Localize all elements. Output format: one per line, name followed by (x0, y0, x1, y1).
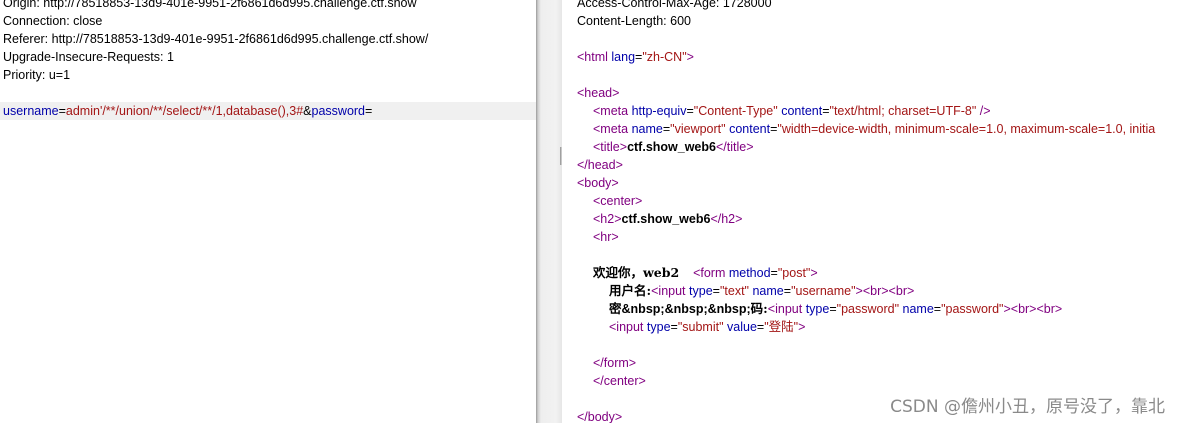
request-header-line: Connection: close (3, 14, 103, 28)
tag: <input (609, 320, 647, 334)
param-separator: & (303, 104, 312, 118)
request-header-line: Referer: http://78518853-13d9-401e-9951-… (3, 32, 429, 46)
attr: type (689, 284, 713, 298)
attr: name (902, 302, 934, 316)
pane-splitter[interactable] (536, 0, 562, 423)
tag: <form (693, 266, 729, 280)
request-body-line[interactable]: username=admin'/**/union/**/select/**/1,… (3, 102, 372, 120)
tag: ><br><br> (855, 284, 915, 298)
tag: <h2> (593, 212, 622, 226)
tag: /> (976, 104, 991, 118)
attr: method (728, 266, 771, 280)
attr-value: "username" (791, 284, 856, 298)
tag: <head> (577, 86, 620, 100)
request-header-line: Upgrade-Insecure-Requests: 1 (3, 50, 174, 64)
attr-value: "登陆" (764, 320, 799, 334)
tag: <hr> (593, 230, 619, 244)
tag: <input (651, 284, 690, 298)
html-line: </form> (593, 354, 636, 372)
label-text: 密 (609, 301, 622, 316)
html-line: <body> (577, 174, 619, 192)
tag: </center> (593, 374, 646, 388)
html-line: </center> (593, 372, 646, 390)
attr: name (752, 284, 784, 298)
label-text: 码: (750, 301, 768, 316)
attr-value: "width=device-width, minimum-scale=1.0, … (777, 122, 1156, 136)
html-line: </body> (577, 408, 622, 423)
tag: </form> (593, 356, 637, 370)
html-line: <meta http-equiv="Content-Type" content=… (593, 104, 991, 118)
tag: <html (577, 50, 612, 64)
html-line: <hr> (593, 228, 619, 246)
attr: value (727, 320, 757, 334)
response-header-line: Content-Length: 600 (577, 14, 691, 28)
html-line: <title>ctf.show_web6</title> (593, 138, 754, 156)
attr-value: "text" (719, 284, 749, 298)
tag: <center> (593, 194, 643, 208)
html-line: 密&nbsp;&nbsp;&nbsp;码:<input type="passwo… (609, 301, 1063, 316)
attr: name (631, 122, 663, 136)
watermark: CSDN @儋州小丑，原号没了，靠北 (890, 397, 1165, 417)
param-name: password (311, 104, 366, 118)
html-line: <head> (577, 84, 619, 102)
entity-text: &nbsp;&nbsp;&nbsp; (621, 302, 751, 316)
html-line: <center> (593, 192, 642, 210)
tag: <meta (593, 122, 632, 136)
tag: <title> (593, 140, 628, 154)
request-header-line: Origin: http://78518853-13d9-401e-9951-2… (3, 0, 417, 10)
tag: </title> (715, 140, 754, 154)
attr-value: "password" (941, 302, 1004, 316)
attr: content (781, 104, 823, 118)
attr: content (729, 122, 771, 136)
html-line: 用户名:<input type="text" name="username"><… (609, 283, 915, 298)
html-line: 欢迎你，web2 <form method="post"> (593, 265, 818, 280)
html-line: <input type="submit" value="登陆"> (609, 320, 806, 334)
attr-value: "password" (836, 302, 900, 316)
tag: </head> (577, 158, 623, 172)
html-line: <html lang="zh-CN"> (577, 48, 694, 66)
tag: > (810, 266, 818, 280)
param-name: username (3, 104, 59, 118)
attr-value: "text/html; charset=UTF-8" (829, 104, 977, 118)
attr: type (646, 320, 671, 334)
attr-value: "post" (777, 266, 811, 280)
attr: type (805, 302, 830, 316)
html-line: </head> (577, 156, 623, 174)
response-viewer[interactable]: Access-Control-Max-Age: 1728000 Content-… (562, 0, 1179, 423)
attr-value: "viewport" (670, 122, 726, 136)
title-text: ctf.show_web6 (627, 140, 716, 154)
h2-text: ctf.show_web6 (621, 212, 711, 226)
tag: </body> (577, 410, 623, 423)
response-header-line: Access-Control-Max-Age: 1728000 (577, 0, 772, 10)
request-header-line: Priority: u=1 (3, 68, 71, 82)
tag: <meta (593, 104, 632, 118)
label-text: 用户名: (609, 283, 652, 298)
request-editor[interactable]: Origin: http://78518853-13d9-401e-9951-2… (0, 0, 536, 423)
tag: <body> (577, 176, 619, 190)
tag: > (798, 320, 806, 334)
param-equals: = (58, 104, 66, 118)
attr: lang (611, 50, 636, 64)
tag: <input (767, 302, 806, 316)
param-value: admin'/**/union/**/select/**/1,database(… (65, 104, 304, 118)
attr-value: "zh-CN" (642, 50, 687, 64)
attr-value: "submit" (677, 320, 724, 334)
welcome-text: 欢迎你，web2 (593, 265, 680, 280)
attr: http-equiv (631, 104, 687, 118)
tag: ><br><br> (1003, 302, 1063, 316)
param-equals: = (365, 104, 373, 118)
tag: </h2> (710, 212, 743, 226)
html-line: <meta name="viewport" content="width=dev… (593, 122, 1156, 136)
tag: > (686, 50, 694, 64)
attr-value: "Content-Type" (693, 104, 778, 118)
html-line: <h2>ctf.show_web6</h2> (593, 210, 742, 228)
